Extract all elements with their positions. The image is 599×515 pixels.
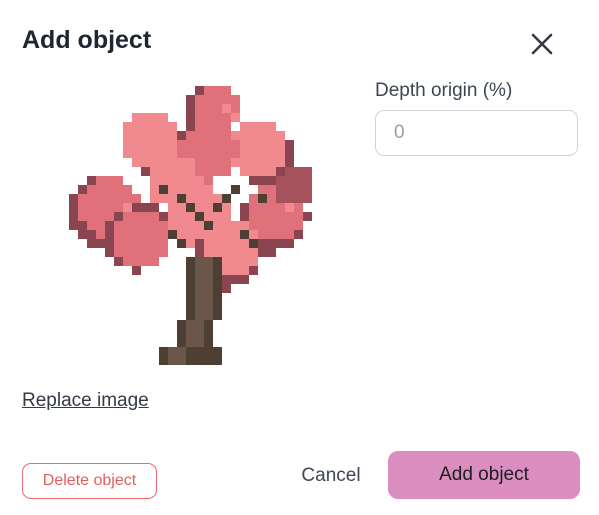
replace-image-link[interactable]: Replace image bbox=[22, 390, 149, 412]
object-image bbox=[60, 86, 320, 374]
depth-origin-input[interactable] bbox=[375, 110, 578, 156]
dialog-title: Add object bbox=[22, 26, 152, 54]
add-object-dialog: Add object Depth origin (%) Replace imag… bbox=[0, 0, 599, 515]
close-button[interactable] bbox=[528, 30, 556, 58]
cancel-button[interactable]: Cancel bbox=[293, 458, 369, 494]
add-object-button[interactable]: Add object bbox=[388, 451, 580, 499]
cherry-tree-icon bbox=[69, 86, 312, 365]
delete-object-button[interactable]: Delete object bbox=[22, 463, 157, 499]
depth-origin-label: Depth origin (%) bbox=[375, 80, 513, 101]
close-icon bbox=[531, 33, 553, 55]
